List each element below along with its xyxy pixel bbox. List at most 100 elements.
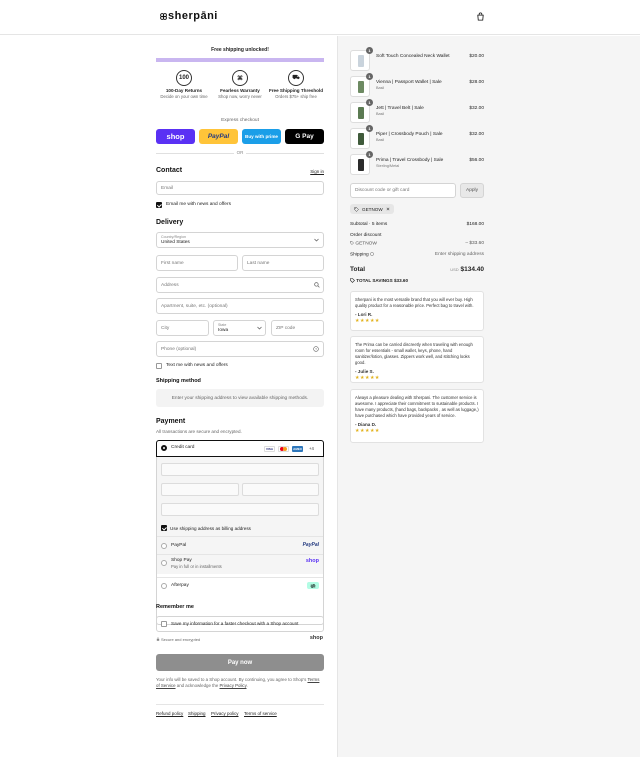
item-price: $28.00 xyxy=(469,80,484,85)
star-rating-icon: ★★★★★ xyxy=(355,428,380,434)
legal-mid: and acknowledge the xyxy=(176,683,219,688)
benefit-subtitle: Decide on your own time xyxy=(160,93,208,99)
product-image xyxy=(358,107,364,119)
savings-value: $33.60 xyxy=(393,278,409,283)
cart-item: 1 Soft Touch Concealed Neck Wallet $20.0… xyxy=(350,47,484,72)
item-name: Prima | Travel Crossbody | Sale xyxy=(376,158,444,163)
benefit-warranty: ⌘ Fearless Warranty Shop now, worry neve… xyxy=(212,70,268,99)
brand-logo[interactable]: sherpāni xyxy=(160,10,218,22)
security-code-field[interactable] xyxy=(242,483,319,496)
review-card: Sherpani is the most versatile brand tha… xyxy=(350,291,484,331)
shop-pay-radio[interactable] xyxy=(161,560,167,566)
more-cards-label: +4 xyxy=(309,446,314,451)
tag-icon xyxy=(350,278,355,283)
last-name-field[interactable]: Last name xyxy=(242,255,324,271)
item-price: $32.00 xyxy=(469,132,484,137)
pay-now-button[interactable]: Pay now xyxy=(156,654,324,671)
product-image xyxy=(358,133,364,145)
apply-discount-button[interactable]: Apply xyxy=(460,183,484,198)
shipping-row: Shipping Enter shipping address xyxy=(350,252,484,258)
privacy-policy-link[interactable]: Privacy policy xyxy=(211,711,239,716)
discount-code-field[interactable]: Discount code or gift card xyxy=(350,183,456,198)
express-checkout-label: Express checkout xyxy=(221,118,259,123)
divider xyxy=(156,704,324,705)
name-on-card-field[interactable] xyxy=(161,503,319,516)
paypal-logo: PayPal xyxy=(302,542,319,548)
shop-pay-option-label[interactable]: Shop Pay xyxy=(171,558,192,563)
afterpay-option-label[interactable]: Afterpay xyxy=(171,583,189,588)
subtotal-value: $168.00 xyxy=(466,222,484,227)
save-info-label: Save my information for a faster checkou… xyxy=(171,621,299,626)
item-name: Soft Touch Concealed Neck Wallet xyxy=(376,54,450,59)
quantity-badge: 1 xyxy=(366,47,373,54)
discount-code-label: GETNOW xyxy=(355,241,377,247)
help-circle-icon[interactable] xyxy=(370,252,374,256)
review-text: The Prima can be carried discreetly when… xyxy=(355,342,473,365)
billing-same-checkbox[interactable] xyxy=(161,525,167,531)
remember-me-heading: Remember me xyxy=(156,604,194,610)
legal-text: Your info will be saved to a Shop accoun… xyxy=(156,677,324,689)
text-me-checkbox[interactable] xyxy=(156,363,162,369)
item-variant: Sterling/Metal xyxy=(376,164,400,168)
item-price: $32.00 xyxy=(469,106,484,111)
shipping-policy-link[interactable]: Shipping xyxy=(188,711,206,716)
cart-item: 1 Jett | Travel Belt | Sale Basil $32.00 xyxy=(350,99,484,124)
paypal-radio[interactable] xyxy=(161,543,167,549)
header: sherpāni xyxy=(0,0,640,35)
warranty-icon: ⌘ xyxy=(232,70,248,86)
privacy-link[interactable]: Privacy Policy xyxy=(220,683,247,688)
legal-end: . xyxy=(246,683,248,688)
item-price: $56.00 xyxy=(469,158,484,163)
sign-in-link[interactable]: Sign in xyxy=(310,169,324,174)
product-image xyxy=(358,55,364,67)
amex-icon: AMEX xyxy=(292,446,303,452)
card-number-field[interactable] xyxy=(161,463,319,476)
benefit-free-shipping: ⛟ Free Shipping Threshold Orders $75+ sh… xyxy=(268,70,324,99)
shop-pay-subtitle: Pay in full or in installments xyxy=(171,564,222,569)
benefit-title: Fearless Warranty xyxy=(220,88,260,93)
shop-logo: shop xyxy=(305,558,319,564)
amazon-pay-button[interactable]: Buy with prime xyxy=(242,129,281,144)
apartment-field[interactable]: Apartment, suite, etc. (optional) xyxy=(156,298,324,314)
save-info-checkbox[interactable] xyxy=(161,621,167,627)
item-variant: Basil xyxy=(376,138,385,142)
close-icon[interactable] xyxy=(386,207,390,211)
product-image xyxy=(358,159,364,171)
expiration-date-field[interactable] xyxy=(161,483,239,496)
paypal-option-label[interactable]: PayPal xyxy=(171,543,186,548)
discount-code-row: GETNOW – $33.60 xyxy=(350,241,484,247)
zip-field[interactable]: ZIP code xyxy=(271,320,324,336)
quantity-badge: 1 xyxy=(366,73,373,80)
shopping-bag-icon[interactable] xyxy=(476,12,485,21)
country-select[interactable]: Country/Region United States xyxy=(156,232,324,248)
city-field[interactable]: City xyxy=(156,320,209,336)
quantity-badge: 1 xyxy=(366,151,373,158)
paypal-button[interactable]: PayPal xyxy=(199,129,238,144)
free-shipping-progress-bar xyxy=(156,58,324,62)
phone-field[interactable]: Phone (optional) xyxy=(156,341,324,357)
refund-policy-link[interactable]: Refund policy xyxy=(156,711,183,716)
newsletter-checkbox[interactable] xyxy=(156,202,162,208)
logo-mark-icon xyxy=(160,13,167,20)
subtotal-row: Subtotal · 5 items $168.00 xyxy=(350,222,484,227)
terms-of-service-link[interactable]: Terms of service xyxy=(244,711,277,716)
secure-label: Secure and encrypted xyxy=(161,637,201,642)
email-field[interactable]: Email xyxy=(156,181,324,195)
savings-label: TOTAL SAVINGS xyxy=(356,278,393,283)
svg-text:?: ? xyxy=(315,348,317,352)
order-discount-label: Order discount xyxy=(350,233,382,238)
afterpay-radio[interactable] xyxy=(161,583,167,589)
credit-card-radio[interactable] xyxy=(161,445,167,451)
google-pay-button[interactable]: G Pay xyxy=(285,129,324,144)
help-circle-icon[interactable]: ? xyxy=(313,346,319,352)
first-name-field[interactable]: First name xyxy=(156,255,238,271)
star-rating-icon: ★★★★★ xyxy=(355,375,380,381)
discount-value: – $33.60 xyxy=(465,241,484,246)
currency-label: USD xyxy=(450,267,459,272)
tag-icon xyxy=(354,206,359,212)
afterpay-logo-icon xyxy=(307,582,319,589)
order-discount-row: Order discount xyxy=(350,233,484,238)
address-field[interactable]: Address xyxy=(156,277,324,293)
shop-pay-button[interactable]: shop xyxy=(156,129,195,144)
shop-logo: shop xyxy=(309,635,323,641)
